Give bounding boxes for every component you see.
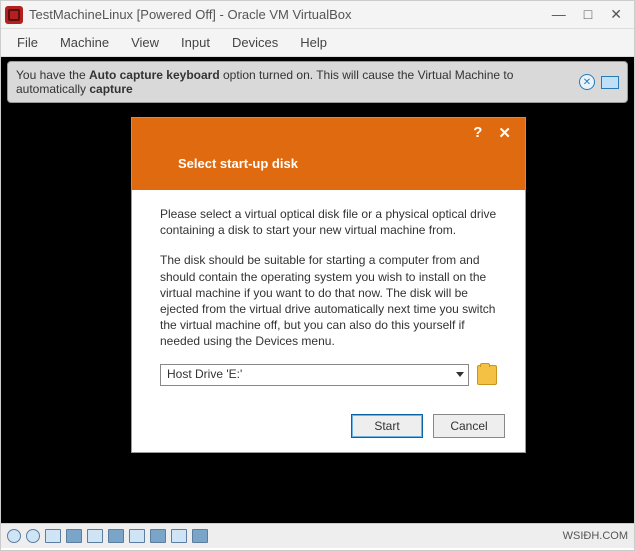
menu-bar: File Machine View Input Devices Help [1,29,634,57]
menu-file[interactable]: File [9,33,46,52]
window-controls: — □ ✕ [552,6,630,23]
dialog-title: Select start-up disk [132,142,525,171]
status-shared-folder-icon[interactable] [87,529,103,543]
status-disk-icon[interactable] [7,529,21,543]
dialog-header: ? ✕ Select start-up disk [132,118,525,190]
chevron-down-icon [456,372,464,377]
status-mouse-icon[interactable] [171,529,187,543]
browse-folder-button[interactable] [477,365,497,385]
notification-text: You have the Auto capture keyboard optio… [16,68,573,96]
status-icons [7,529,208,543]
notification-bold2: capture [89,82,132,96]
status-optical-icon[interactable] [26,529,40,543]
cancel-button[interactable]: Cancel [433,414,505,438]
close-button[interactable]: ✕ [610,6,622,23]
window-title: TestMachineLinux [Powered Off] - Oracle … [29,7,552,22]
status-bar: WSIĐH.COM [1,523,634,548]
notification-bold1: Auto capture keyboard [89,68,220,82]
status-recording-icon[interactable] [129,529,145,543]
window-titlebar: TestMachineLinux [Powered Off] - Oracle … [1,1,634,29]
virtualbox-app-icon [5,6,23,24]
dialog-body: Please select a virtual optical disk fil… [132,190,525,404]
menu-devices[interactable]: Devices [224,33,286,52]
status-network-icon[interactable] [45,529,61,543]
notification-monitor-icon[interactable] [601,76,619,89]
start-button[interactable]: Start [351,414,423,438]
menu-input[interactable]: Input [173,33,218,52]
dialog-paragraph-1: Please select a virtual optical disk fil… [160,206,497,238]
status-keyboard-icon[interactable] [192,529,208,543]
dialog-paragraph-2: The disk should be suitable for starting… [160,252,497,349]
status-right-text: WSIĐH.COM [563,530,628,542]
menu-machine[interactable]: Machine [52,33,117,52]
dialog-help-button[interactable]: ? [473,124,482,142]
menu-help[interactable]: Help [292,33,335,52]
dialog-close-button[interactable]: ✕ [498,124,511,142]
notification-prefix: You have the [16,68,89,82]
dialog-footer: Start Cancel [132,404,525,452]
notification-bar: You have the Auto capture keyboard optio… [7,61,628,103]
minimize-button[interactable]: — [552,6,566,23]
vm-display-area: You have the Auto capture keyboard optio… [1,57,634,523]
drive-select-value: Host Drive 'E:' [167,366,242,382]
status-usb-icon[interactable] [66,529,82,543]
maximize-button[interactable]: □ [584,6,592,23]
menu-view[interactable]: View [123,33,167,52]
notification-dismiss-icon[interactable]: ✕ [579,74,595,90]
startup-disk-dialog: ? ✕ Select start-up disk Please select a… [131,117,526,453]
drive-select-dropdown[interactable]: Host Drive 'E:' [160,364,469,386]
status-cpu-icon[interactable] [150,529,166,543]
status-display-icon[interactable] [108,529,124,543]
